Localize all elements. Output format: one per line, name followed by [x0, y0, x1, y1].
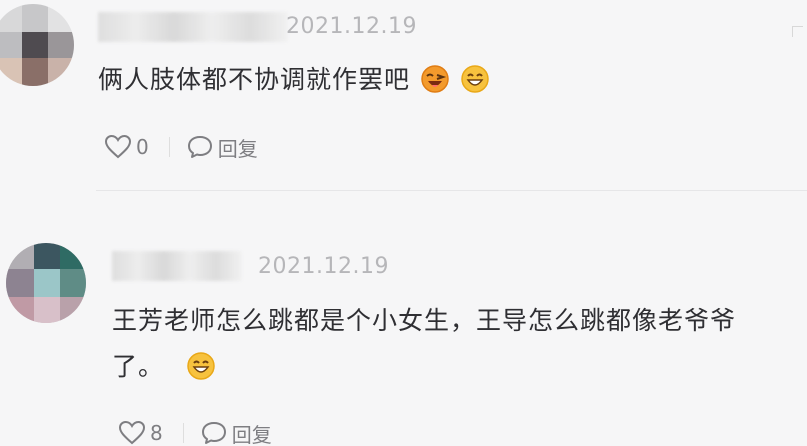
speech-bubble-icon [201, 422, 226, 444]
heart-icon [104, 134, 132, 159]
comment-actions: 0 回复 [104, 132, 258, 162]
reply-button[interactable]: 回复 [186, 133, 258, 162]
comment-item: 2021.12.19 俩人肢体都不协调就作罢吧 0 回复 [0, 0, 807, 190]
comment-text-line2: 了。 [112, 345, 216, 389]
comment-date: 2021.12.19 [258, 254, 389, 279]
reply-label: 回复 [217, 136, 258, 161]
like-count: 8 [150, 421, 163, 445]
username-blurred[interactable] [112, 251, 242, 281]
username-blurred[interactable] [98, 12, 288, 42]
comment-date: 2021.12.19 [286, 14, 417, 39]
grinning-wink-icon [420, 64, 450, 94]
speech-bubble-icon [187, 136, 212, 158]
avatar[interactable] [0, 4, 74, 86]
comment-body-line2: 了。 [112, 352, 165, 381]
comment-actions: 8 回复 [118, 418, 272, 446]
action-divider [168, 137, 170, 157]
reply-label: 回复 [231, 422, 272, 446]
smile-icon [186, 351, 216, 381]
reply-button[interactable]: 回复 [200, 419, 272, 446]
smile-icon [460, 64, 490, 94]
like-count: 0 [136, 135, 149, 159]
comment-body: 俩人肢体都不协调就作罢吧 [98, 65, 411, 94]
avatar[interactable] [6, 243, 86, 323]
comment-body-line1: 王芳老师怎么跳都是个小女生，王导怎么跳都像老爷爷 [112, 306, 737, 335]
like-button[interactable]: 0 [104, 134, 149, 160]
comment-text: 王芳老师怎么跳都是个小女生，王导怎么跳都像老爷爷 [112, 299, 736, 343]
heart-icon [118, 420, 146, 445]
like-button[interactable]: 8 [118, 420, 163, 446]
action-divider [182, 423, 184, 443]
comment-list: 2021.12.19 俩人肢体都不协调就作罢吧 0 回复 2021.12.19 … [0, 0, 807, 446]
comment-text: 俩人肢体都不协调就作罢吧 [98, 58, 490, 102]
comment-item: 2021.12.19 王芳老师怎么跳都是个小女生，王导怎么跳都像老爷爷 了。 8… [0, 191, 807, 446]
